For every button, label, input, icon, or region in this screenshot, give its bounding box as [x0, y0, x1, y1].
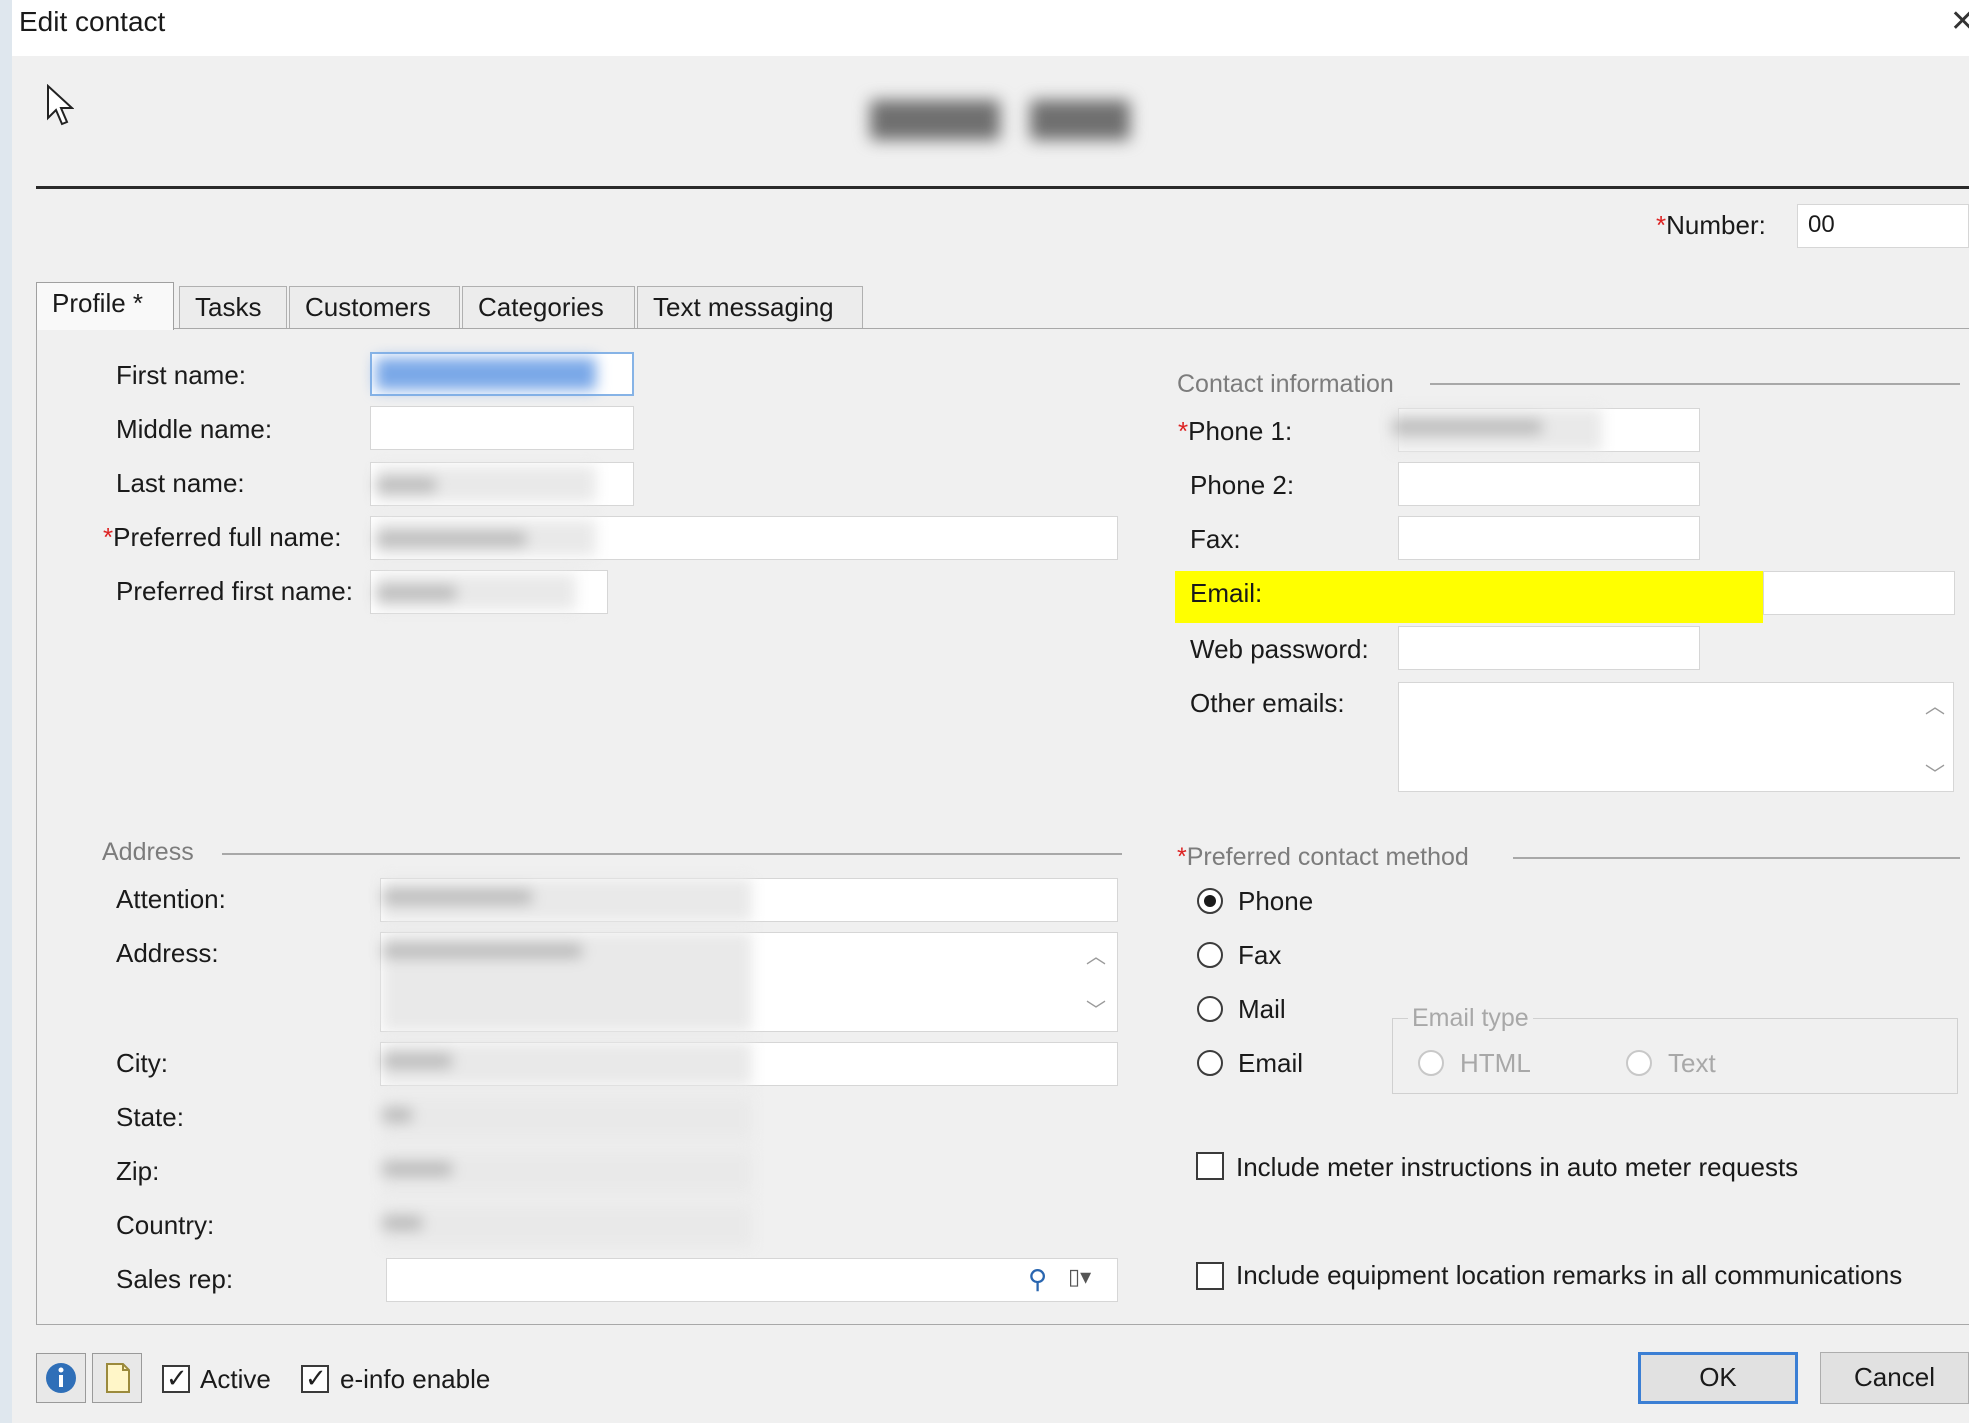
tab-customers[interactable]: Customers	[289, 286, 460, 328]
cursor-icon	[47, 84, 74, 126]
email-highlight	[1175, 571, 1763, 623]
info-icon	[46, 1363, 76, 1393]
notes-button[interactable]	[92, 1353, 142, 1403]
einfo-enable-label: e-info enable	[340, 1364, 491, 1394]
address-group-label: Address	[102, 838, 194, 866]
other-emails-field[interactable]	[1398, 682, 1954, 792]
radio-mail-label: Mail	[1238, 994, 1286, 1024]
first-name-label: First name:	[116, 360, 247, 390]
contact-information-group-label: Contact information	[1177, 370, 1394, 398]
radio-html[interactable]	[1418, 1050, 1444, 1076]
last-name-value-redacted	[376, 466, 596, 502]
meter-instructions-checkbox[interactable]	[1196, 1152, 1224, 1180]
address-scroll-down-icon[interactable]: ﹀	[1086, 994, 1106, 1023]
zip-value-redacted	[382, 1150, 752, 1194]
scroll-down-icon[interactable]: ﹀	[1925, 758, 1945, 787]
notes-icon	[106, 1363, 130, 1393]
attention-label: Attention:	[116, 884, 226, 914]
radio-text[interactable]	[1626, 1050, 1652, 1076]
fax-label: Fax:	[1190, 524, 1241, 554]
attention-value-redacted	[382, 878, 752, 922]
info-button[interactable]	[36, 1353, 86, 1403]
other-emails-label: Other emails:	[1190, 688, 1345, 718]
web-password-field[interactable]	[1398, 626, 1700, 670]
country-value-redacted	[382, 1204, 752, 1248]
address-label: Address:	[116, 938, 219, 968]
address-divider	[222, 853, 1122, 855]
ok-button[interactable]: OK	[1638, 1352, 1798, 1404]
state-value-redacted	[382, 1096, 752, 1140]
middle-name-label: Middle name:	[116, 414, 273, 444]
phone2-label: Phone 2:	[1190, 470, 1295, 500]
scroll-up-icon[interactable]: ︿	[1925, 690, 1945, 719]
preferred-contact-divider	[1513, 857, 1960, 859]
zip-label: Zip:	[116, 1156, 160, 1186]
tab-profile[interactable]: Profile *	[36, 282, 174, 330]
radio-phone[interactable]	[1197, 888, 1223, 914]
radio-text-label: Text	[1668, 1048, 1716, 1078]
email-label: Email:	[1190, 578, 1263, 608]
contact-name-heading-redacted	[870, 100, 1170, 160]
dropdown-icon[interactable]: ▯▾	[1068, 1264, 1091, 1290]
fax-field[interactable]	[1398, 516, 1700, 560]
preferred-full-name-value-redacted	[376, 520, 596, 556]
preferred-contact-group-label: *Preferred contact method	[1177, 843, 1469, 871]
sales-rep-label: Sales rep:	[116, 1264, 234, 1294]
email-field[interactable]	[1763, 571, 1955, 615]
city-value-redacted	[382, 1042, 752, 1086]
phone1-label: *Phone 1:	[1178, 416, 1293, 446]
radio-fax-label: Fax	[1238, 940, 1282, 970]
tab-tasks[interactable]: Tasks	[179, 286, 287, 328]
equipment-remarks-checkbox[interactable]	[1196, 1262, 1224, 1290]
title-bar[interactable]	[12, 0, 1969, 56]
last-name-label: Last name:	[116, 468, 245, 498]
state-label: State:	[116, 1102, 184, 1132]
tab-strip: Profile * Tasks Customers Categories Tex…	[36, 282, 936, 330]
city-label: City:	[116, 1048, 168, 1078]
contact-information-divider	[1430, 383, 1960, 385]
einfo-enable-checkbox[interactable]	[301, 1363, 329, 1394]
tab-categories[interactable]: Categories	[462, 286, 635, 328]
tab-text-messaging[interactable]: Text messaging	[637, 286, 863, 328]
radio-phone-label: Phone	[1238, 886, 1314, 916]
web-password-label: Web password:	[1190, 634, 1369, 664]
phone1-value-redacted	[1392, 408, 1602, 452]
address-value-redacted	[382, 932, 752, 1032]
close-icon[interactable]: ✕	[1950, 4, 1969, 39]
preferred-full-name-label: *Preferred full name:	[103, 522, 342, 552]
number-label: *Number:	[1656, 210, 1766, 240]
email-type-label: Email type	[1408, 1004, 1533, 1033]
middle-name-field[interactable]	[370, 406, 634, 450]
equipment-remarks-label: Include equipment location remarks in al…	[1236, 1260, 1903, 1290]
active-checkbox[interactable]	[162, 1363, 190, 1394]
window-title: Edit contact	[19, 6, 166, 37]
phone2-field[interactable]	[1398, 462, 1700, 506]
radio-html-label: HTML	[1460, 1048, 1531, 1078]
preferred-first-name-value-redacted	[376, 574, 576, 610]
radio-email-label: Email	[1238, 1048, 1304, 1078]
number-field[interactable]: 00	[1797, 204, 1969, 248]
meter-instructions-label: Include meter instructions in auto meter…	[1236, 1152, 1799, 1182]
address-scroll-up-icon[interactable]: ︿	[1086, 940, 1106, 969]
cancel-button[interactable]: Cancel	[1820, 1352, 1969, 1404]
radio-email[interactable]	[1197, 1050, 1223, 1076]
country-label: Country:	[116, 1210, 215, 1240]
preferred-first-name-label: Preferred first name:	[116, 576, 353, 606]
header-divider	[36, 186, 1969, 189]
radio-fax[interactable]	[1197, 942, 1223, 968]
active-label: Active	[200, 1364, 271, 1394]
first-name-value-redacted	[376, 358, 596, 390]
sales-rep-field[interactable]	[386, 1258, 1118, 1302]
search-icon[interactable]: ⚲	[1028, 1264, 1047, 1295]
radio-mail[interactable]	[1197, 996, 1223, 1022]
